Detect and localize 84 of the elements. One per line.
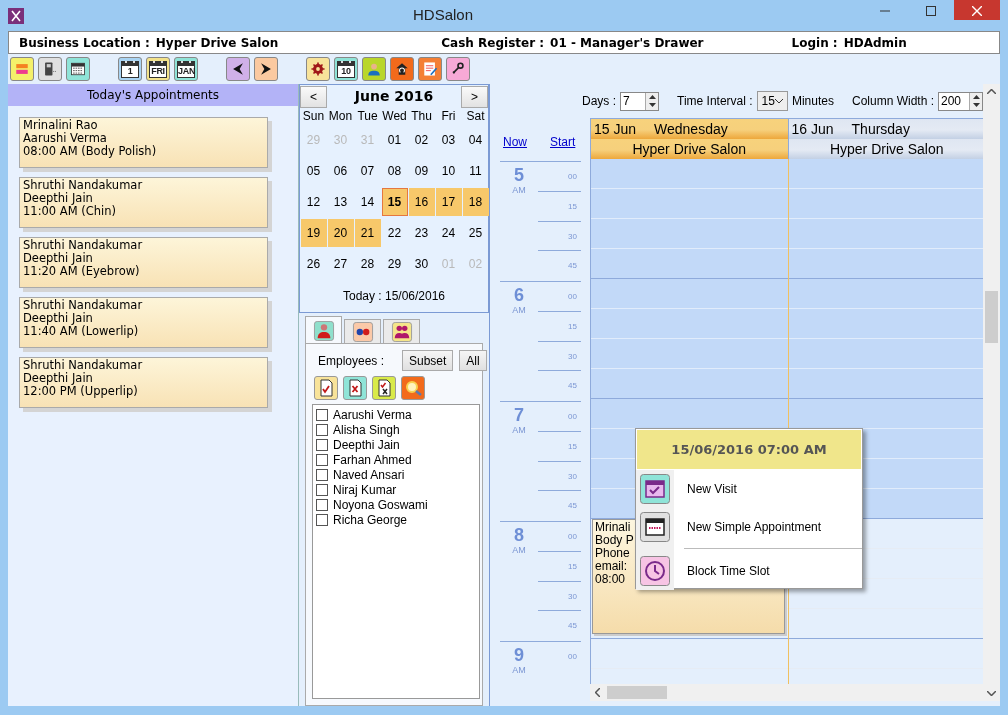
minute-label: 15 — [538, 311, 581, 342]
minute-label: 15 — [538, 191, 581, 222]
panel-header: Today's Appointments — [8, 84, 298, 106]
weekday-label: Mon — [327, 108, 354, 124]
period-label: AM — [511, 665, 527, 675]
minute-label: 00 — [538, 402, 581, 432]
employee-name: Noyona Goswami — [333, 497, 428, 514]
minute-label: 45 — [567, 500, 578, 513]
appointment-text: 11:00 AM (Chin) — [23, 205, 118, 218]
appointment-text: 12:00 PM (Upperlip) — [23, 385, 139, 398]
minute-label: 30 — [538, 221, 581, 252]
minute-label: 00 — [538, 162, 581, 192]
hour-label: 8 — [513, 525, 525, 545]
employee-name: Deepthi Jain — [333, 437, 400, 454]
weekday-label: Thursday — [851, 120, 910, 139]
appointment-text: Body P — [595, 534, 634, 547]
appointment-text: 11:40 AM (Lowerlip) — [23, 325, 140, 338]
appointment-text: 08:00 AM (Body Polish) — [23, 145, 158, 158]
employee-name: Niraj Kumar — [333, 481, 397, 499]
appointment-text: Mrinalini Rao — [23, 119, 99, 132]
menu-title: 15/06/2016 07:00 AM — [637, 430, 861, 469]
weekday-label: Sat — [465, 108, 486, 124]
weekday-label: Wednesday — [654, 120, 728, 139]
location-label: Hyper Drive Salon — [591, 139, 788, 159]
minute-label: 00 — [567, 651, 578, 663]
field-label: Cash Register : — [441, 34, 545, 52]
minute-label: 00 — [538, 522, 581, 552]
field-label: Time Interval : — [677, 93, 753, 110]
field-label: Column Width : — [852, 93, 934, 110]
weekday-label: Wed — [381, 108, 408, 124]
date-label: 16 Jun — [791, 120, 834, 139]
period-label: AM — [511, 425, 527, 435]
window-title: HDSalon — [412, 5, 474, 26]
date-label: 15 Jun — [594, 120, 637, 139]
field-value: Hyper Drive Salon — [155, 34, 279, 52]
employee-name: Aarushi Verma — [333, 406, 412, 424]
field-label: Employees : — [317, 352, 386, 370]
employee-name: Richa George — [333, 512, 408, 529]
appointment-text: Shruthi Nandakumar — [23, 359, 144, 372]
appointment-text: Deepthi Jain — [23, 252, 93, 265]
minute-label: 45 — [567, 260, 578, 273]
hour-label: 9 — [513, 645, 525, 665]
month-title: June 2016 — [354, 87, 434, 106]
location-label: Hyper Drive Salon — [788, 139, 985, 159]
minute-label: 30 — [538, 581, 581, 612]
minute-label: 00 — [538, 282, 581, 312]
appointment-text: Shruthi Nandakumar — [23, 299, 144, 312]
field-label: Days : — [582, 93, 616, 110]
appointment-text: email: — [595, 560, 627, 573]
hour-label: 5 — [513, 165, 525, 185]
appointment-text: Deepthi Jain — [23, 192, 93, 205]
employee-name: Farhan Ahmed — [333, 452, 412, 469]
appointment-text: Mrinali — [595, 521, 631, 534]
field-label: Minutes — [791, 93, 834, 110]
minute-label: 30 — [538, 341, 581, 372]
minute-label: 15 — [538, 431, 581, 462]
weekday-label: Tue — [356, 108, 379, 124]
appointment-text: Shruthi Nandakumar — [23, 239, 144, 252]
weekday-label: Thu — [410, 108, 433, 124]
period-label: AM — [511, 185, 527, 195]
weekday-label: Fri — [440, 108, 457, 124]
employee-name: Naved Ansari — [333, 466, 405, 484]
hour-label: 6 — [513, 285, 525, 305]
employee-name: Alisha Singh — [333, 421, 400, 439]
minute-label: 45 — [567, 380, 578, 393]
field-label: Business Location : — [19, 34, 150, 52]
weekday-label: Sun — [301, 108, 326, 124]
period-label: AM — [511, 545, 527, 555]
hour-label: 7 — [513, 405, 525, 425]
appointment-text: Phone — [595, 547, 630, 560]
field-label: Login : — [791, 34, 838, 52]
field-value: HDAdmin — [843, 34, 907, 52]
appointment-text: Aarushi Verma — [23, 132, 108, 145]
appointment-text: Deepthi Jain — [23, 372, 93, 385]
minute-label: 45 — [567, 620, 578, 633]
appointment-text: 08:00 — [595, 573, 626, 586]
appointment-text: Shruthi Nandakumar — [23, 179, 144, 192]
minute-label: 30 — [538, 461, 581, 492]
minute-label: 15 — [538, 551, 581, 582]
appointment-text: 11:20 AM (Eyebrow) — [23, 265, 141, 278]
field-value: 01 - Manager's Drawer — [550, 34, 704, 52]
today-label: Today : 15/06/2016 — [341, 288, 447, 305]
period-label: AM — [511, 305, 527, 315]
appointment-text: Deepthi Jain — [23, 312, 93, 325]
